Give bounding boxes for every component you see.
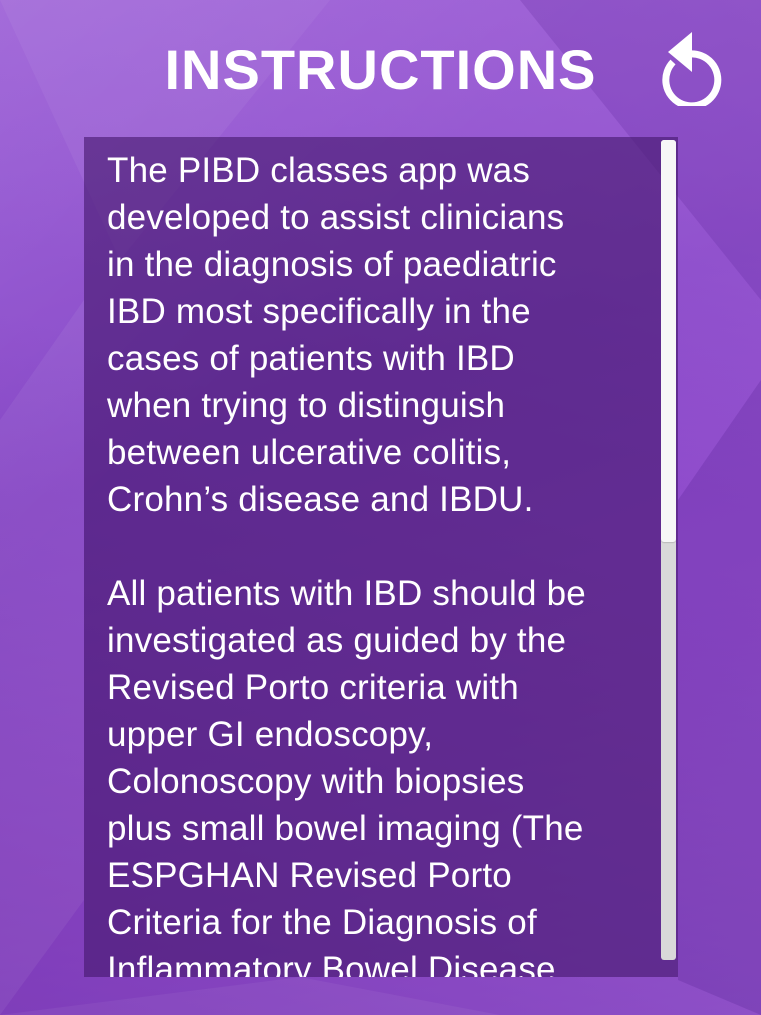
- instructions-paragraph-2: All patients with IBD should be investig…: [107, 574, 586, 977]
- page-title-text: INSTRUCTIONS: [164, 38, 597, 101]
- instructions-text: The PIBD classes app was developed to as…: [107, 147, 667, 977]
- instructions-paragraph-1: The PIBD classes app was developed to as…: [107, 151, 565, 519]
- page-title: INSTRUCTIONS: [0, 38, 761, 102]
- refresh-icon: [662, 32, 722, 110]
- refresh-button[interactable]: [656, 28, 728, 110]
- scrollbar-thumb[interactable]: [661, 140, 676, 542]
- instructions-panel[interactable]: The PIBD classes app was developed to as…: [84, 137, 678, 977]
